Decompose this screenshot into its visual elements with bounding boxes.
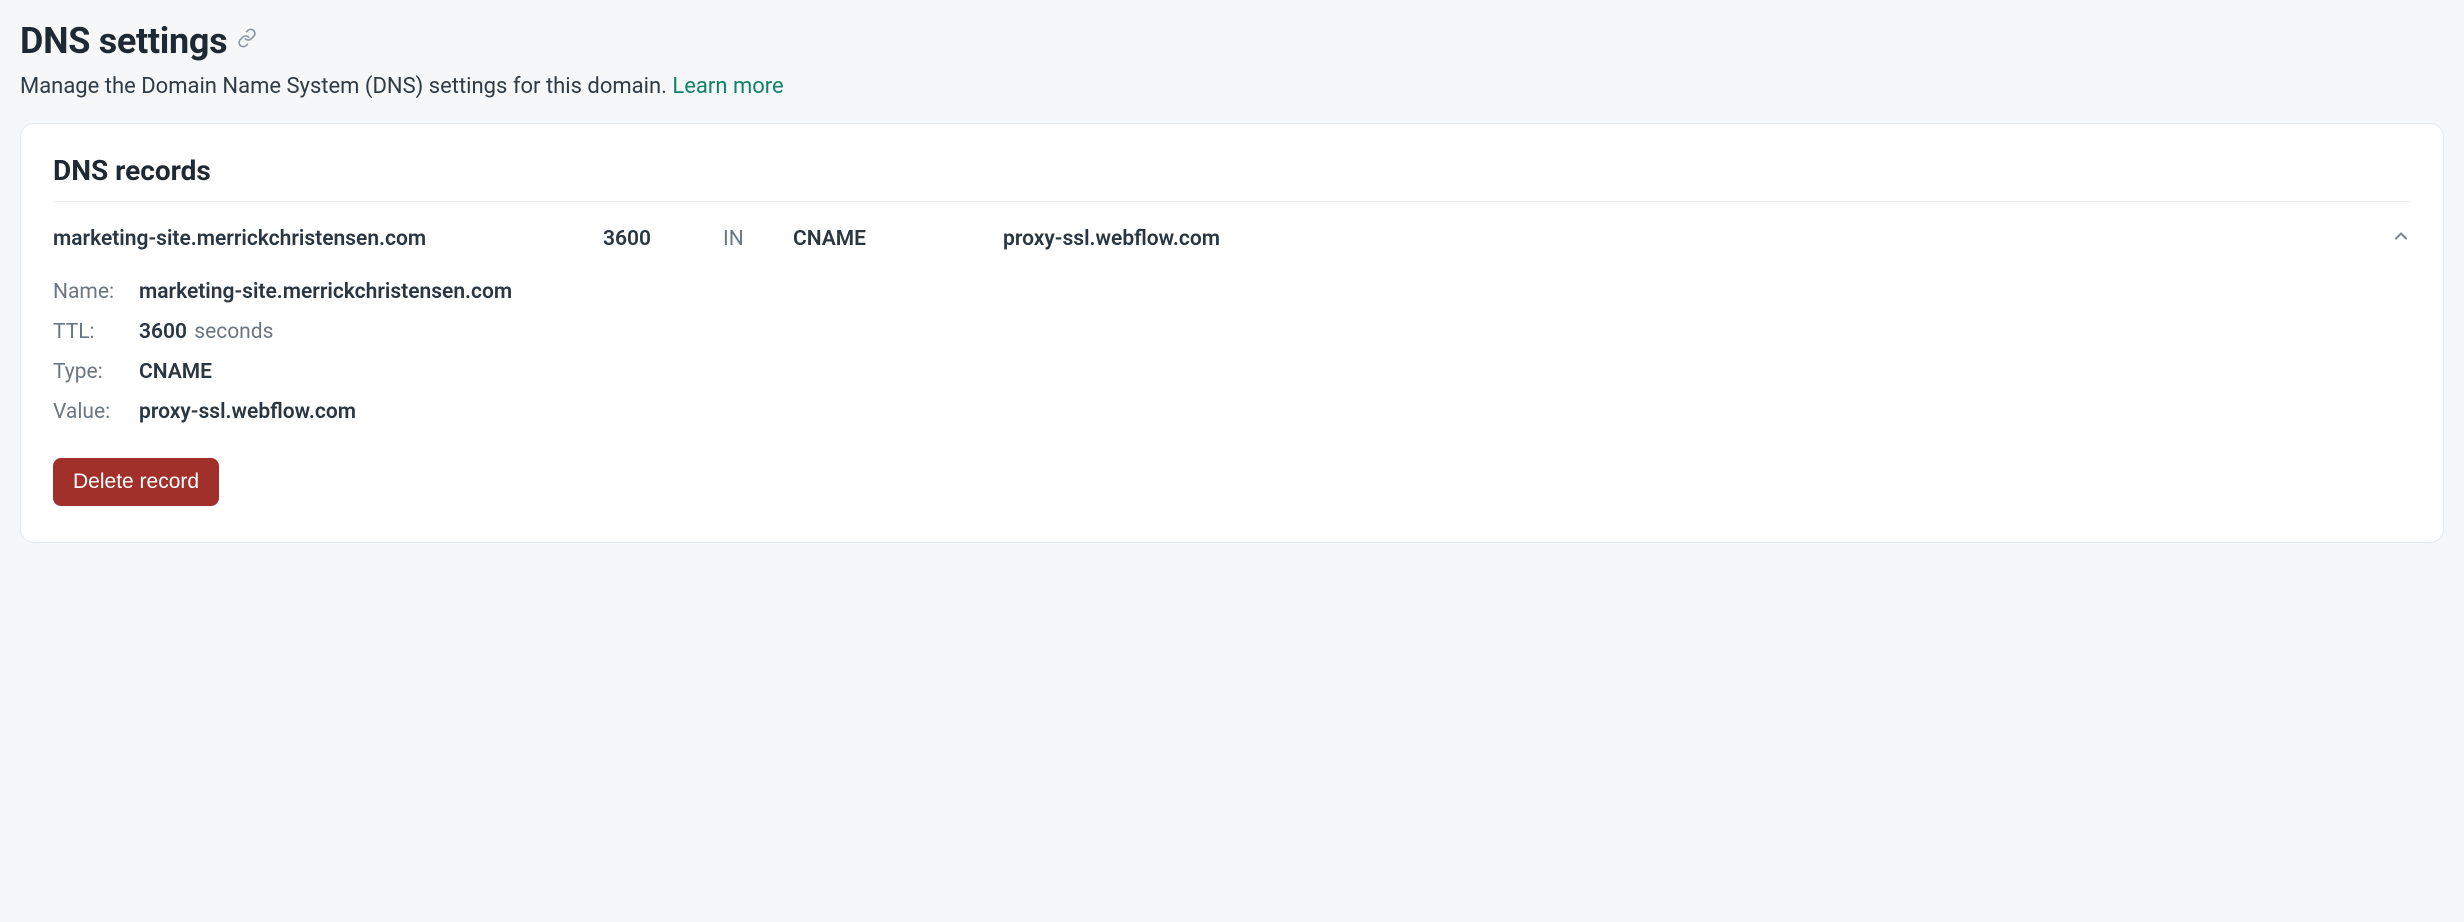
card-title: DNS records [53,154,2411,187]
summary-name: marketing-site.merrickchristensen.com [53,227,593,251]
divider [53,201,2411,202]
record-details: Name: marketing-site.merrickchristensen.… [53,280,2411,424]
dns-records-card: DNS records marketing-site.merrickchrist… [20,123,2444,543]
summary-type: CNAME [793,227,993,251]
detail-row-name: Name: marketing-site.merrickchristensen.… [53,280,2411,304]
detail-value-ttl: 3600 seconds [139,320,2411,344]
detail-label-name: Name: [53,280,139,304]
ttl-unit: seconds [194,320,273,344]
detail-row-type: Type: CNAME [53,360,2411,384]
summary-class: IN [723,227,783,251]
detail-value-name: marketing-site.merrickchristensen.com [139,280,2411,304]
record-summary-row[interactable]: marketing-site.merrickchristensen.com 36… [53,226,2411,252]
detail-value-value: proxy-ssl.webflow.com [139,400,2411,424]
delete-record-button[interactable]: Delete record [53,458,219,506]
detail-row-value: Value: proxy-ssl.webflow.com [53,400,2411,424]
detail-value-type: CNAME [139,360,2411,384]
detail-label-type: Type: [53,360,139,384]
ttl-number: 3600 [139,320,187,344]
detail-label-value: Value: [53,400,139,424]
page-subtitle: Manage the Domain Name System (DNS) sett… [20,74,2444,99]
page-header: DNS settings Manage the Domain Name Syst… [20,20,2444,99]
summary-value: proxy-ssl.webflow.com [1003,227,2361,251]
title-row: DNS settings [20,20,2444,62]
page-title: DNS settings [20,20,227,62]
link-icon[interactable] [237,28,257,54]
subtitle-text: Manage the Domain Name System (DNS) sett… [20,74,667,99]
chevron-up-icon[interactable] [2391,226,2411,252]
detail-label-ttl: TTL: [53,320,139,344]
summary-ttl: 3600 [603,227,713,251]
learn-more-link[interactable]: Learn more [672,74,783,99]
detail-row-ttl: TTL: 3600 seconds [53,320,2411,344]
